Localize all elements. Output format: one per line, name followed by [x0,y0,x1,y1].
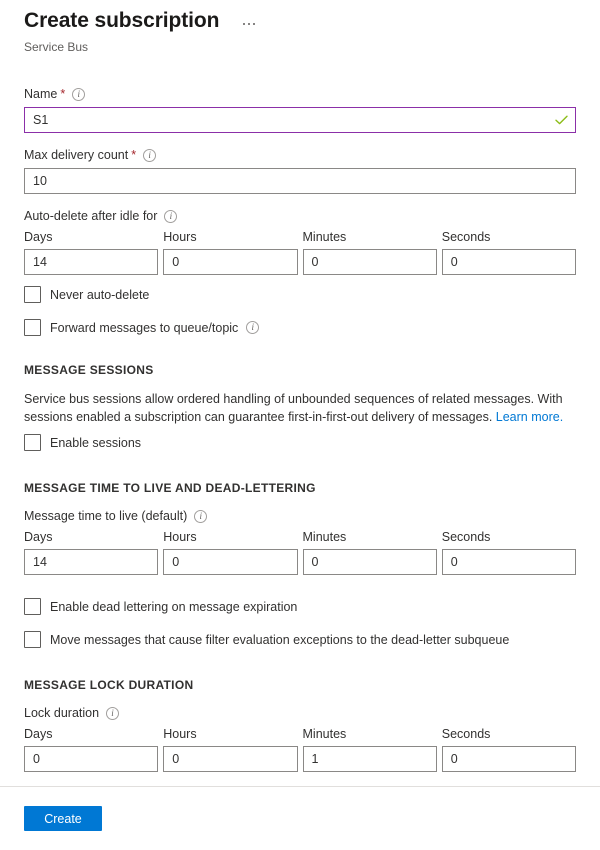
auto-delete-label: Auto-delete after idle for [24,208,157,224]
info-icon[interactable] [143,149,156,162]
ttl-hours-input[interactable] [163,549,297,575]
info-icon[interactable] [246,321,259,334]
enable-sessions-checkbox-row[interactable]: Enable sessions [24,434,576,451]
message-sessions-description-text: Service bus sessions allow ordered handl… [24,392,563,424]
checkbox-icon[interactable] [24,319,41,336]
column-header-minutes: Minutes [303,726,437,742]
lock-hours-col: Hours [163,726,297,772]
column-header-days: Days [24,726,158,742]
lock-days-input[interactable] [24,746,158,772]
ellipsis-dot [248,23,250,25]
max-delivery-count-group: Max delivery count * [24,147,576,194]
checkbox-icon[interactable] [24,598,41,615]
subscription-form: Name * Max delivery count * Aut [0,86,600,772]
info-icon[interactable] [164,210,177,223]
lock-seconds-input[interactable] [442,746,576,772]
info-icon[interactable] [194,510,207,523]
lock-duration-label-row: Lock duration [24,705,576,721]
message-sessions-heading: MESSAGE SESSIONS [24,362,576,378]
ellipsis-dot [253,23,255,25]
name-input[interactable] [24,107,576,133]
page-title: Create subscription [24,8,219,34]
lock-minutes-col: Minutes [303,726,437,772]
auto-delete-label-row: Auto-delete after idle for [24,208,576,224]
checkbox-icon[interactable] [24,631,41,648]
max-delivery-count-label: Max delivery count [24,147,128,163]
auto-delete-days-col: Days [24,229,158,275]
dead-lettering-expiration-label: Enable dead lettering on message expirat… [50,599,297,615]
lock-duration-group: Lock duration Days Hours Minutes Seconds [24,705,576,772]
max-delivery-count-input[interactable] [24,168,576,194]
create-subscription-blade: Create subscription Service Bus Name * [0,0,600,850]
filter-exception-move-label: Move messages that cause filter evaluati… [50,632,509,648]
learn-more-link[interactable]: Learn more. [496,410,563,424]
column-header-days: Days [24,229,158,245]
column-header-hours: Hours [163,229,297,245]
ttl-seconds-col: Seconds [442,529,576,575]
lock-seconds-col: Seconds [442,726,576,772]
blade-header: Create subscription Service Bus [0,0,600,55]
never-auto-delete-checkbox-row[interactable]: Never auto-delete [24,286,576,303]
ttl-label: Message time to live (default) [24,508,187,524]
column-header-seconds: Seconds [442,229,576,245]
enable-sessions-label: Enable sessions [50,435,141,451]
ttl-label-row: Message time to live (default) [24,508,576,524]
ttl-section-heading: MESSAGE TIME TO LIVE AND DEAD-LETTERING [24,480,576,496]
dead-lettering-expiration-checkbox-row[interactable]: Enable dead lettering on message expirat… [24,598,576,615]
name-input-wrap [24,107,576,133]
max-delivery-count-label-row: Max delivery count * [24,147,576,163]
never-auto-delete-label: Never auto-delete [50,287,149,303]
name-field-group: Name * [24,86,576,133]
auto-delete-hours-input[interactable] [163,249,297,275]
auto-delete-group: Auto-delete after idle for Days Hours Mi… [24,208,576,275]
ttl-hours-col: Hours [163,529,297,575]
auto-delete-seconds-col: Seconds [442,229,576,275]
info-icon[interactable] [106,707,119,720]
column-header-hours: Hours [163,726,297,742]
blade-footer: Create [24,806,102,831]
auto-delete-duration-grid: Days Hours Minutes Seconds [24,229,576,275]
column-header-seconds: Seconds [442,726,576,742]
more-options-icon[interactable] [241,21,257,27]
ttl-seconds-input[interactable] [442,549,576,575]
ellipsis-dot [243,23,245,25]
create-button[interactable]: Create [24,806,102,831]
column-header-minutes: Minutes [303,529,437,545]
column-header-hours: Hours [163,529,297,545]
forward-messages-label: Forward messages to queue/topic [50,320,238,336]
auto-delete-minutes-input[interactable] [303,249,437,275]
lock-minutes-input[interactable] [303,746,437,772]
footer-divider [0,786,600,787]
ttl-minutes-input[interactable] [303,549,437,575]
lock-duration-grid: Days Hours Minutes Seconds [24,726,576,772]
ttl-minutes-col: Minutes [303,529,437,575]
lock-days-col: Days [24,726,158,772]
checkbox-icon[interactable] [24,434,41,451]
lock-duration-label: Lock duration [24,705,99,721]
title-row: Create subscription [24,8,576,34]
column-header-days: Days [24,529,158,545]
name-label-row: Name * [24,86,576,102]
lock-section-heading: MESSAGE LOCK DURATION [24,677,576,693]
auto-delete-days-input[interactable] [24,249,158,275]
message-sessions-description: Service bus sessions allow ordered handl… [24,390,576,426]
info-icon[interactable] [72,88,85,101]
auto-delete-minutes-col: Minutes [303,229,437,275]
ttl-group: Message time to live (default) Days Hour… [24,508,576,575]
ttl-duration-grid: Days Hours Minutes Seconds [24,529,576,575]
name-required-marker: * [60,86,65,102]
filter-exception-move-checkbox-row[interactable]: Move messages that cause filter evaluati… [24,631,576,648]
ttl-days-col: Days [24,529,158,575]
auto-delete-hours-col: Hours [163,229,297,275]
forward-messages-checkbox-row[interactable]: Forward messages to queue/topic [24,319,576,336]
name-label: Name [24,86,57,102]
ttl-days-input[interactable] [24,549,158,575]
lock-hours-input[interactable] [163,746,297,772]
checkbox-icon[interactable] [24,286,41,303]
blade-subtitle: Service Bus [24,39,576,55]
auto-delete-seconds-input[interactable] [442,249,576,275]
max-delivery-count-required-marker: * [131,147,136,163]
column-header-seconds: Seconds [442,529,576,545]
column-header-minutes: Minutes [303,229,437,245]
